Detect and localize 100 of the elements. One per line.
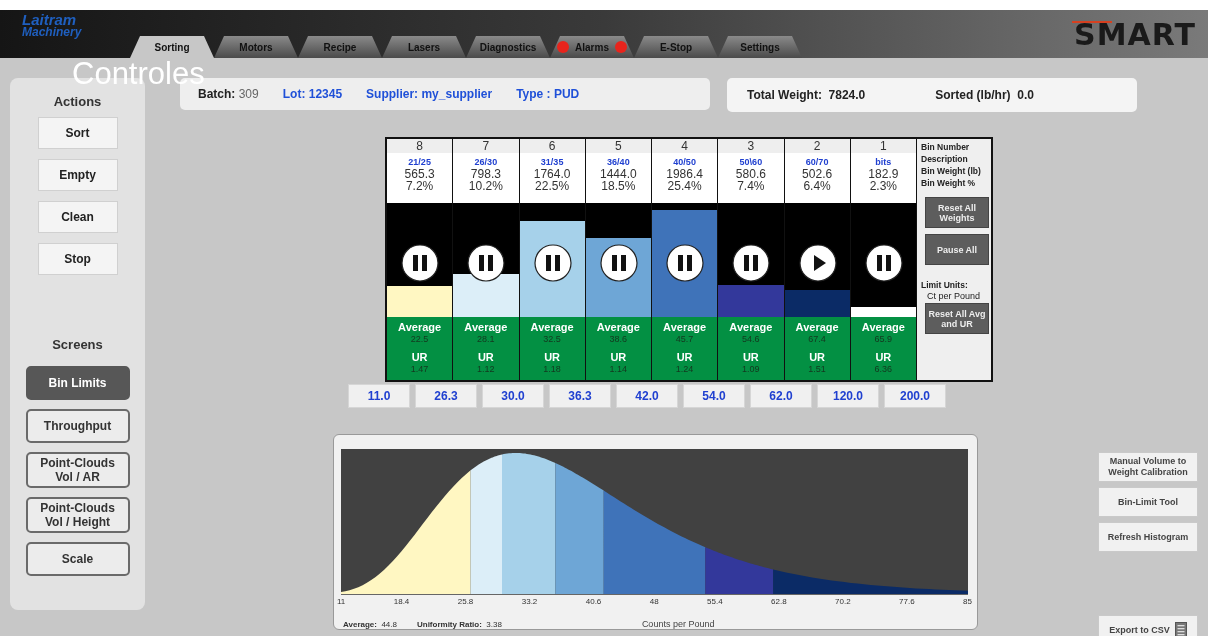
action-button[interactable]: Stop bbox=[37, 243, 118, 275]
action-button[interactable]: Empty bbox=[37, 159, 118, 191]
play-icon[interactable] bbox=[798, 244, 837, 282]
axis-tick-label: 25.8 bbox=[457, 597, 474, 606]
limit-field[interactable]: 120.0 bbox=[817, 384, 879, 408]
bin-weight: 182.9 bbox=[868, 168, 899, 180]
limit-field[interactable]: 62.0 bbox=[750, 384, 812, 408]
stat-value: 1.14 bbox=[609, 363, 628, 375]
stat-value: 65.9 bbox=[874, 333, 893, 345]
limit-field[interactable]: 200.0 bbox=[884, 384, 946, 408]
tab[interactable]: Sorting bbox=[130, 36, 214, 58]
stat-value: 1.12 bbox=[477, 363, 495, 375]
uniformity-stat: Uniformity Ratio: 3.38 bbox=[416, 620, 502, 629]
pause-icon[interactable] bbox=[732, 244, 771, 282]
stat-label: Average bbox=[464, 321, 508, 333]
limit-field[interactable]: 11.0 bbox=[348, 384, 410, 408]
pause-icon[interactable] bbox=[467, 244, 506, 282]
axis-tick-label: 77.6 bbox=[899, 597, 915, 606]
stat-value: 54.6 bbox=[742, 333, 760, 345]
export-button[interactable]: Export to CSV bbox=[1098, 615, 1198, 636]
limit-field[interactable]: 42.0 bbox=[616, 384, 678, 408]
axis-tick-label: 55.4 bbox=[707, 597, 723, 606]
stat-label: Average bbox=[663, 321, 707, 333]
stat-value: 22.5 bbox=[410, 333, 429, 345]
row-label: Bin Weight (lb) bbox=[921, 165, 982, 177]
stat-label: Average bbox=[729, 321, 773, 333]
limit-field[interactable]: 36.3 bbox=[549, 384, 611, 408]
bin-number: 5 bbox=[585, 139, 651, 153]
tool-button[interactable]: Refresh Histogram bbox=[1098, 522, 1198, 552]
row-label: Description bbox=[921, 153, 969, 165]
screen-button[interactable]: Throughput bbox=[25, 409, 130, 443]
stat-value: 45.7 bbox=[675, 333, 694, 345]
row-label: Bin Weight % bbox=[921, 177, 977, 189]
stat-value: 1.24 bbox=[675, 363, 694, 375]
tool-button[interactable]: Manual Volume to Weight Calibration bbox=[1098, 452, 1198, 482]
stat-value: 28.1 bbox=[477, 333, 495, 345]
bin-description: bits bbox=[875, 156, 892, 168]
stat-label: UR bbox=[477, 351, 494, 363]
stat-value: 1.47 bbox=[410, 363, 429, 375]
reset-weights-button[interactable]: Reset All Weights bbox=[925, 197, 989, 228]
limit-field[interactable]: 26.3 bbox=[415, 384, 477, 408]
axis-tick-label: 11 bbox=[337, 597, 346, 606]
bin-description: 60/70 bbox=[805, 156, 829, 168]
bin-number: 2 bbox=[784, 139, 850, 153]
total-field: Sorted (lb/hr) 0.0 bbox=[935, 88, 1034, 102]
pause-all-button[interactable]: Pause All bbox=[925, 234, 989, 265]
pause-icon[interactable] bbox=[401, 244, 439, 282]
axis-tick-label: 62.8 bbox=[771, 597, 787, 606]
bin-description: 50\60 bbox=[739, 156, 763, 168]
brand-logo: SMART bbox=[1074, 16, 1196, 52]
row-label: Bin Number bbox=[921, 141, 971, 153]
bin-weight: 1764.0 bbox=[533, 168, 571, 180]
stat-label: Average bbox=[795, 321, 839, 333]
screen-button[interactable]: Point-Clouds Vol / Height bbox=[25, 497, 130, 533]
limit-field[interactable]: 54.0 bbox=[683, 384, 745, 408]
bin-description: 36/40 bbox=[607, 156, 630, 168]
pause-icon[interactable] bbox=[864, 244, 903, 282]
bin-weight-percent: 7.4% bbox=[737, 180, 765, 192]
axis-tick-label: 33.2 bbox=[521, 597, 538, 606]
stat-value: 1.18 bbox=[543, 363, 561, 375]
bin-weight: 565.3 bbox=[404, 168, 435, 180]
pause-icon[interactable] bbox=[666, 244, 704, 282]
bin-weight: 798.3 bbox=[470, 168, 501, 180]
info-field: Type : PUD bbox=[516, 87, 580, 101]
screen-button[interactable]: Scale bbox=[25, 542, 130, 576]
section-title: Screens bbox=[52, 337, 103, 352]
stat-label: UR bbox=[411, 351, 428, 363]
axis-tick-label: 40.6 bbox=[585, 597, 602, 606]
stat-value: 67.4 bbox=[808, 333, 826, 345]
stat-label: UR bbox=[742, 351, 759, 363]
pause-icon[interactable] bbox=[599, 244, 638, 282]
average-stat: Average: 44.8 bbox=[343, 620, 397, 629]
stat-label: UR bbox=[676, 351, 693, 363]
document-icon bbox=[1174, 622, 1187, 636]
bin-weight-percent: 22.5% bbox=[535, 180, 570, 192]
bin-weight: 580.6 bbox=[735, 168, 766, 180]
bin-description: 31/35 bbox=[540, 156, 564, 168]
info-field: Supplier: my_supplier bbox=[366, 87, 493, 101]
bin-description: 21/25 bbox=[408, 156, 431, 168]
bin-weight: 1444.0 bbox=[600, 168, 637, 180]
screen-button[interactable]: Bin Limits bbox=[25, 366, 130, 400]
bin-weight-percent: 18.5% bbox=[601, 180, 636, 192]
axis-tick-label: 48 bbox=[649, 597, 659, 606]
bin-weight-percent: 2.3% bbox=[869, 180, 898, 192]
stat-label: Average bbox=[530, 321, 574, 333]
bin-weight: 1986.4 bbox=[666, 168, 703, 180]
axis-tick-label: 85 bbox=[963, 597, 972, 606]
info-field: Lot: 12345 bbox=[282, 87, 343, 101]
bin-weight: 502.6 bbox=[802, 168, 833, 180]
screen-button[interactable]: Point-Clouds Vol / AR bbox=[25, 452, 130, 488]
tool-button[interactable]: Bin-Limit Tool bbox=[1098, 487, 1198, 517]
pause-icon[interactable] bbox=[533, 244, 572, 282]
action-button[interactable]: Sort bbox=[37, 117, 118, 149]
row-label: Limit Units: bbox=[921, 279, 969, 291]
bin-weight-percent: 25.4% bbox=[667, 180, 702, 192]
bin-description: 40/50 bbox=[673, 156, 696, 168]
action-button[interactable]: Clean bbox=[37, 201, 118, 233]
reset-avg-button[interactable]: Reset All Avg and UR bbox=[925, 303, 989, 334]
stat-value: 1.09 bbox=[742, 363, 760, 375]
limit-field[interactable]: 30.0 bbox=[482, 384, 544, 408]
